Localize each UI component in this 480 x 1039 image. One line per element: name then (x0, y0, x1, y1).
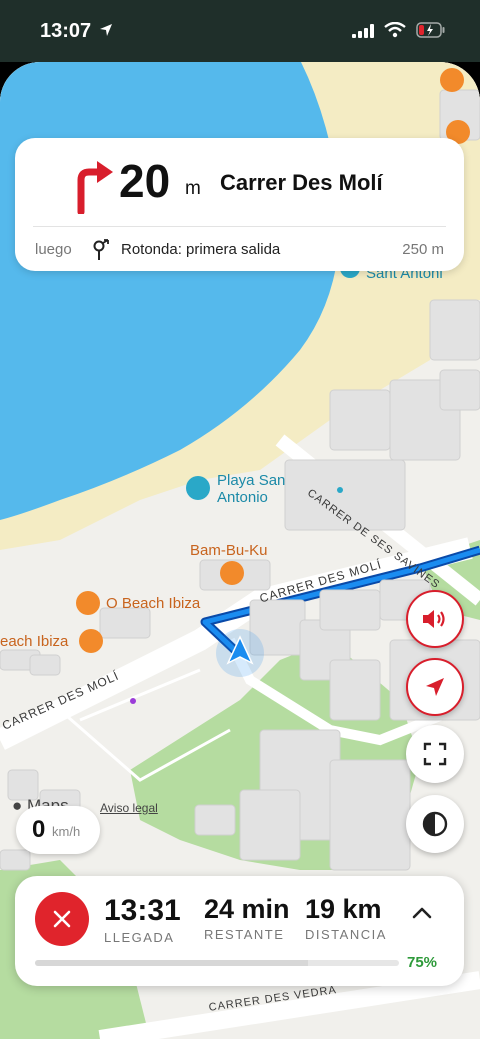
poi-label-bambuku[interactable]: Bam-Bu-Ku (190, 542, 268, 559)
trip-progress-bar (35, 960, 399, 966)
recenter-button[interactable] (406, 658, 464, 716)
status-time: 13:07 (40, 20, 92, 42)
poi-label-playa[interactable]: Playa San Antonio (217, 472, 285, 506)
obeach-poi-marker (76, 591, 100, 615)
speed-value: 0 (32, 816, 46, 843)
close-icon (53, 910, 71, 928)
speaker-icon (423, 610, 445, 628)
distance-unit: m (185, 178, 201, 199)
poi-label-obeach[interactable]: O Beach Ibiza (106, 595, 200, 612)
purple-dot (130, 698, 136, 704)
chevron-up-icon[interactable] (411, 902, 433, 924)
next-instruction: Rotonda: primera salida (121, 241, 281, 258)
fullscreen-button[interactable] (406, 725, 464, 783)
distance-value: 20 (119, 155, 171, 207)
arrival-time: 13:31 (104, 894, 181, 927)
contrast-icon (422, 811, 448, 837)
arrival-stat: 13:31 LLEGADA (104, 894, 181, 945)
status-bar: 13:07 (0, 0, 480, 62)
location-services-icon (100, 24, 112, 36)
battery-icon (416, 22, 445, 38)
distance-stat: 19 km DISTANCIA (305, 894, 387, 942)
end-route-button[interactable] (35, 892, 89, 946)
card-divider (33, 226, 446, 227)
remaining-label: RESTANTE (204, 927, 285, 942)
beach-poi-marker (186, 476, 210, 500)
bambuku-poi-marker (220, 561, 244, 585)
then-label: luego (35, 241, 72, 258)
expand-icon (423, 742, 447, 766)
wifi-icon (384, 22, 406, 38)
remaining-distance: 19 km (305, 894, 382, 924)
speedometer: 0 km/h (16, 806, 100, 854)
poi-label-obeach-partial[interactable]: each Ibiza (0, 633, 68, 650)
speed-unit: km/h (52, 824, 81, 839)
legal-link[interactable]: Aviso legal (100, 801, 158, 815)
arrival-label: LLEGADA (104, 930, 175, 945)
obeach-poi-marker-2 (79, 629, 103, 653)
remaining-time: 24 min (204, 894, 290, 924)
roundabout-icon (93, 239, 109, 260)
remaining-stat: 24 min RESTANTE (204, 894, 290, 942)
blue-dot (337, 487, 343, 493)
cellular-signal-icon (352, 24, 374, 38)
top-poi-marker-2 (440, 68, 464, 92)
poi-label-playa-line2: Antonio (217, 489, 268, 506)
volume-button[interactable] (406, 590, 464, 648)
theme-toggle-button[interactable] (406, 795, 464, 853)
trip-summary-card[interactable]: 13:31 LLEGADA 24 min RESTANTE 19 km DIST… (15, 876, 464, 986)
trip-progress-fill (35, 960, 308, 966)
turn-right-arrow-icon (77, 161, 113, 214)
distance-label: DISTANCIA (305, 927, 387, 942)
street-name: Carrer Des Molí (220, 170, 383, 195)
poi-label-playa-line1: Playa San (217, 472, 286, 489)
apple-logo-icon: ● (12, 796, 23, 815)
navigation-instruction-card[interactable]: 20 m Carrer Des Molí luego Rotonda: prim… (15, 138, 464, 271)
trip-progress-text: 75% (407, 954, 438, 971)
next-distance: 250 m (402, 241, 444, 258)
location-arrow-icon (426, 678, 444, 696)
